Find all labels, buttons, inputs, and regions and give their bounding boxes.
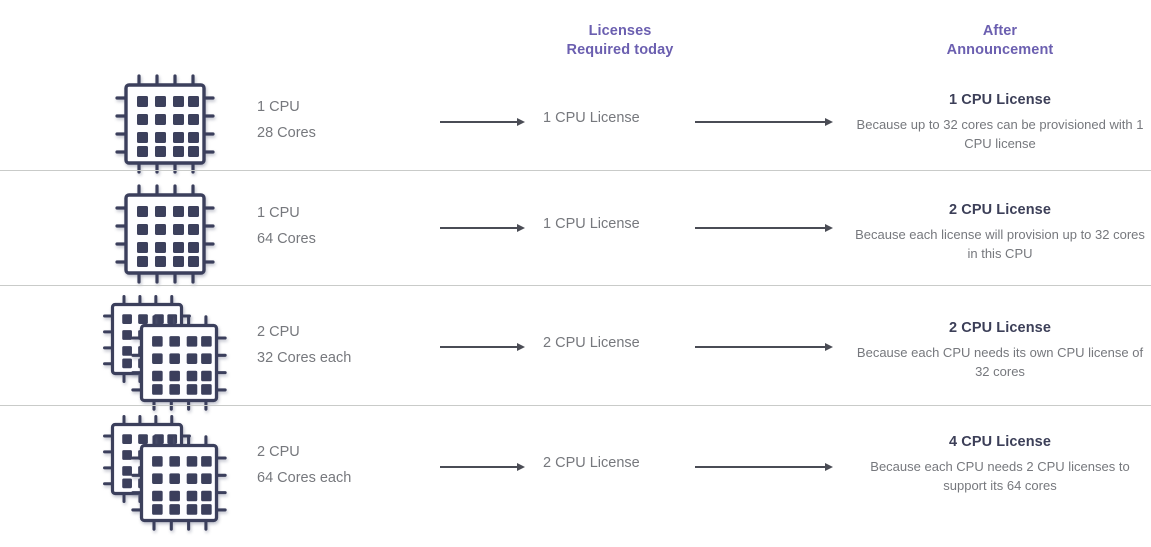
column-header-line-1: Licenses <box>588 23 652 39</box>
core-count-label: 32 Cores each <box>257 350 352 366</box>
after-announcement-title: 4 CPU License <box>948 434 1052 450</box>
cpu-spec: 2 CPU 32 Cores each <box>257 319 447 371</box>
after-announcement-title: 2 CPU License <box>948 320 1052 336</box>
cpu-chip-group <box>95 291 255 421</box>
after-announcement-description: Because each license will provision up t… <box>855 227 1145 261</box>
cpu-count-label: 1 CPU <box>257 99 300 115</box>
column-header-line-1: After <box>982 23 1018 39</box>
after-announcement-title: 1 CPU License <box>948 92 1052 108</box>
after-announcement-description: Because up to 32 cores can be provisione… <box>856 117 1144 151</box>
core-count-label: 28 Cores <box>257 125 316 141</box>
column-header-line-2: Required today <box>566 42 674 58</box>
cpu-spec: 1 CPU 28 Cores <box>257 94 447 146</box>
cpu-spec: 2 CPU 64 Cores each <box>257 439 447 491</box>
arrow-right-icon <box>440 342 525 352</box>
cpu-count-label: 2 CPU <box>257 444 300 460</box>
after-announcement-description: Because each CPU needs 2 CPU licenses to… <box>870 459 1130 493</box>
arrow-right-icon <box>695 462 833 472</box>
cpu-count-label: 1 CPU <box>257 205 300 221</box>
column-headers: Licenses Required today After Announceme… <box>0 0 1151 62</box>
after-announcement-description: Because each CPU needs its own CPU licen… <box>856 345 1144 379</box>
after-announcement-cell: 2 CPU License Because each CPU needs its… <box>855 320 1145 381</box>
table-row: 2 CPU 64 Cores each 2 CPU License 4 CPU … <box>0 407 1151 537</box>
arrow-right-icon <box>440 223 525 233</box>
arrow-right-icon <box>695 117 833 127</box>
cpu-spec: 1 CPU 64 Cores <box>257 200 447 252</box>
cpu-chip-icon <box>113 182 217 291</box>
row-divider <box>0 170 1151 171</box>
table-row: 2 CPU 32 Cores each 2 CPU License 2 CPU … <box>0 287 1151 411</box>
after-announcement-cell: 4 CPU License Because each CPU needs 2 C… <box>855 434 1145 495</box>
core-count-label: 64 Cores <box>257 231 316 247</box>
column-header-line-2: Announcement <box>946 42 1054 58</box>
cpu-chip-icon <box>113 72 217 181</box>
after-announcement-title: 2 CPU License <box>948 202 1052 218</box>
core-count-label: 64 Cores each <box>257 470 352 486</box>
table-row: 1 CPU 64 Cores 1 CPU License 2 CPU Licen… <box>0 172 1151 285</box>
column-header-licenses-required-today: Licenses Required today <box>500 22 740 60</box>
row-divider <box>0 285 1151 286</box>
arrow-right-icon <box>695 342 833 352</box>
arrow-right-icon <box>440 117 525 127</box>
cpu-chip-icon <box>129 313 229 418</box>
column-header-after-announcement: After Announcement <box>855 22 1145 60</box>
arrow-right-icon <box>695 223 833 233</box>
row-divider <box>0 405 1151 406</box>
table-row: 1 CPU 28 Cores 1 CPU License 1 CPU Licen… <box>0 62 1151 174</box>
arrow-right-icon <box>440 462 525 472</box>
cpu-chip-group <box>95 411 255 541</box>
cpu-count-label: 2 CPU <box>257 324 300 340</box>
cpu-chip-icon <box>129 433 229 538</box>
licensing-comparison-diagram: Licenses Required today After Announceme… <box>0 0 1151 547</box>
after-announcement-cell: 1 CPU License Because up to 32 cores can… <box>855 92 1145 153</box>
cpu-chip-group <box>95 172 255 302</box>
after-announcement-cell: 2 CPU License Because each license will … <box>855 202 1145 263</box>
